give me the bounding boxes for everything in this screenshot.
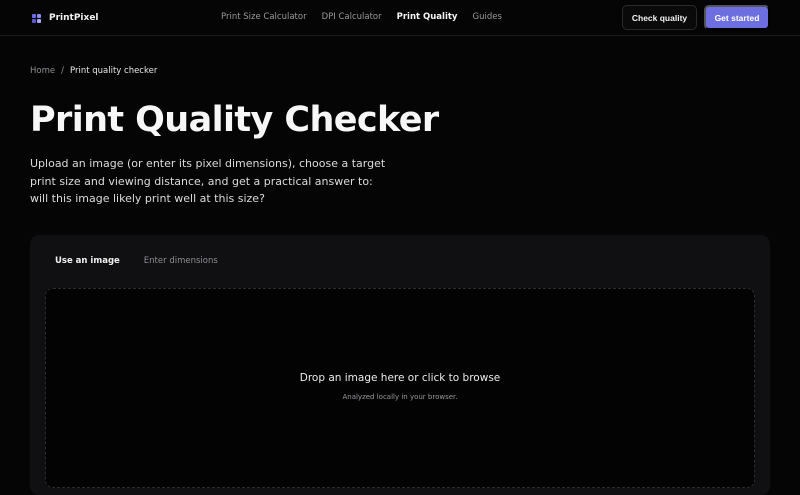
get-started-button[interactable]: Get started	[704, 5, 770, 30]
dropzone-title: Drop an image here or click to browse	[299, 372, 501, 384]
top-navigation-bar: PrintPixel Print Size Calculator DPI Cal…	[0, 0, 800, 36]
quality-checker-panel: Use an image Enter dimensions Drop an im…	[30, 235, 770, 495]
tab-use-an-image[interactable]: Use an image	[46, 249, 129, 273]
brand-logo[interactable]: PrintPixel	[32, 11, 99, 25]
dropzone-subtitle: Analyzed locally in your browser.	[342, 393, 458, 401]
breadcrumb: Home / Print quality checker	[30, 66, 157, 78]
page-title: Print Quality Checker	[30, 100, 439, 140]
brand-name: PrintPixel	[49, 13, 99, 23]
tab-enter-dimensions[interactable]: Enter dimensions	[135, 249, 227, 273]
brand-grid-cell	[37, 13, 41, 18]
nav-link-guides[interactable]: Guides	[472, 12, 501, 24]
input-mode-tabs: Use an image Enter dimensions	[46, 249, 227, 273]
breadcrumb-separator: /	[61, 66, 64, 76]
nav-link-print-quality[interactable]: Print Quality	[397, 12, 458, 24]
check-quality-button[interactable]: Check quality	[622, 5, 697, 30]
nav-link-print-size-calculator[interactable]: Print Size Calculator	[221, 12, 307, 24]
breadcrumb-current: Print quality checker	[69, 66, 158, 76]
image-dropzone[interactable]: Drop an image here or click to browse An…	[45, 288, 755, 488]
brand-grid-cell	[37, 18, 41, 23]
nav-link-dpi-calculator[interactable]: DPI Calculator	[322, 12, 382, 24]
main-nav: Print Size Calculator DPI Calculator Pri…	[221, 12, 502, 24]
brand-grid-cell	[32, 13, 36, 18]
page-intro: Upload an image (or enter its pixel dime…	[30, 157, 386, 205]
brand-grid-icon	[32, 13, 41, 23]
breadcrumb-home-link[interactable]: Home	[30, 66, 55, 78]
brand-grid-cell	[32, 18, 36, 23]
